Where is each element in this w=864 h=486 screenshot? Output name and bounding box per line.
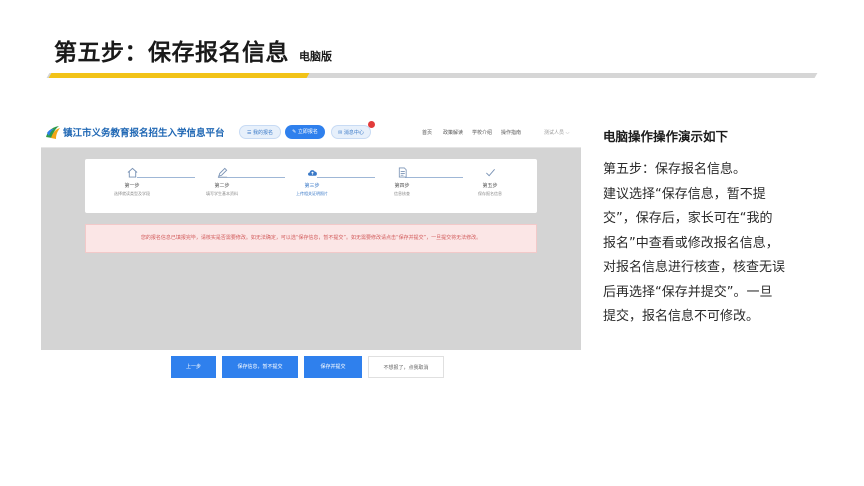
previous-step-button[interactable]: 上一步: [171, 356, 216, 378]
explanation-line: 建议选择“保存信息，暂不提: [603, 186, 766, 202]
explanation-text: 第五步：保存报名信息。 建议选择“保存信息，暂不提 交”，保存后，家长可在“我的…: [603, 158, 815, 330]
explanation-line: 报名”中查看或修改报名信息，: [603, 235, 779, 251]
check-icon: [485, 168, 495, 177]
site-logo-icon: [46, 126, 60, 139]
step-description: 信息核查: [394, 191, 410, 196]
slide-title: 第五步：保存报名信息 电脑版: [54, 33, 332, 67]
nav-home[interactable]: 首页: [422, 129, 432, 136]
register-now-button[interactable]: ✎ 立即报名: [285, 125, 325, 139]
user-menu[interactable]: 测试人员 ⌵: [544, 129, 569, 136]
title-underline: [46, 71, 818, 79]
nav-guide[interactable]: 操作指南: [501, 129, 521, 136]
site-name: 镇江市义务教育报名招生入学信息平台: [63, 128, 225, 139]
my-registration-button[interactable]: ☰ 我的报名: [239, 125, 281, 139]
step-number: 第三步: [304, 183, 320, 189]
step-1: 第一步 选择就读类型及学段: [97, 167, 167, 197]
step-description: 选择就读类型及学段: [114, 191, 150, 196]
cancel-registration-button[interactable]: 不想报了，点我取消: [368, 356, 444, 378]
step-number: 第二步: [214, 183, 230, 189]
explanation-line: 对报名信息进行核查，核查无误: [603, 260, 786, 275]
home-icon: [127, 167, 137, 178]
step-number: 第四步: [394, 183, 410, 189]
explanation-line: 第五步：保存报名信息。: [603, 162, 747, 177]
explanation-line: 后再选择“保存并提交”。一旦: [603, 284, 773, 300]
steps-progress: 第一步 选择就读类型及学段 第二步 填写学生基本资料 第三步 上传相关证明照片 …: [85, 159, 537, 213]
action-buttons: 上一步 保存信息，暂不提交 保存并提交 不想报了，点我取消: [171, 356, 450, 378]
pencil-icon: [217, 167, 227, 178]
slide-title-subtitle: 电脑版: [299, 50, 332, 63]
step-description: 上传相关证明照片: [296, 191, 328, 196]
step-description: 保存报名信息: [478, 191, 502, 196]
slide-title-main: 第五步：保存报名信息: [54, 40, 289, 66]
nav-schools[interactable]: 学校介绍: [472, 129, 492, 136]
explanation-line: 交”，保存后，家长可在“我的: [603, 211, 773, 226]
step-3: 第三步 上传相关证明照片: [277, 167, 347, 197]
step-5: 第五步 保存报名信息: [455, 167, 525, 197]
notice-banner: 您的报名信息已填报完毕，请核实是否需要修改。如无法确定，可以选“保存信息，暂不提…: [85, 224, 537, 253]
save-and-submit-button[interactable]: 保存并提交: [304, 356, 362, 378]
step-description: 填写学生基本资料: [206, 191, 238, 196]
web-screenshot: 镇江市义务教育报名招生入学信息平台 ☰ 我的报名 ✎ 立即报名 ✉ 消息中心 首…: [41, 117, 581, 350]
site-header: 镇江市义务教育报名招生入学信息平台 ☰ 我的报名 ✎ 立即报名 ✉ 消息中心 首…: [41, 117, 581, 148]
message-center-button[interactable]: ✉ 消息中心: [331, 125, 371, 139]
explanation-line: 提交，报名信息不可修改。: [603, 309, 760, 324]
nav-policy[interactable]: 政策解读: [443, 129, 463, 136]
step-2: 第二步 填写学生基本资料: [187, 167, 257, 197]
notification-badge-icon: [368, 121, 375, 128]
step-number: 第一步: [124, 183, 140, 189]
title-underline-yellow: [48, 73, 310, 78]
explanation-heading: 电脑操作操作演示如下: [603, 129, 729, 144]
step-4: 第四步 信息核查: [367, 167, 437, 197]
document-icon: [398, 167, 407, 178]
cloud-upload-icon: [307, 170, 317, 176]
save-without-submit-button[interactable]: 保存信息，暂不提交: [222, 356, 298, 378]
step-number: 第五步: [482, 183, 498, 189]
